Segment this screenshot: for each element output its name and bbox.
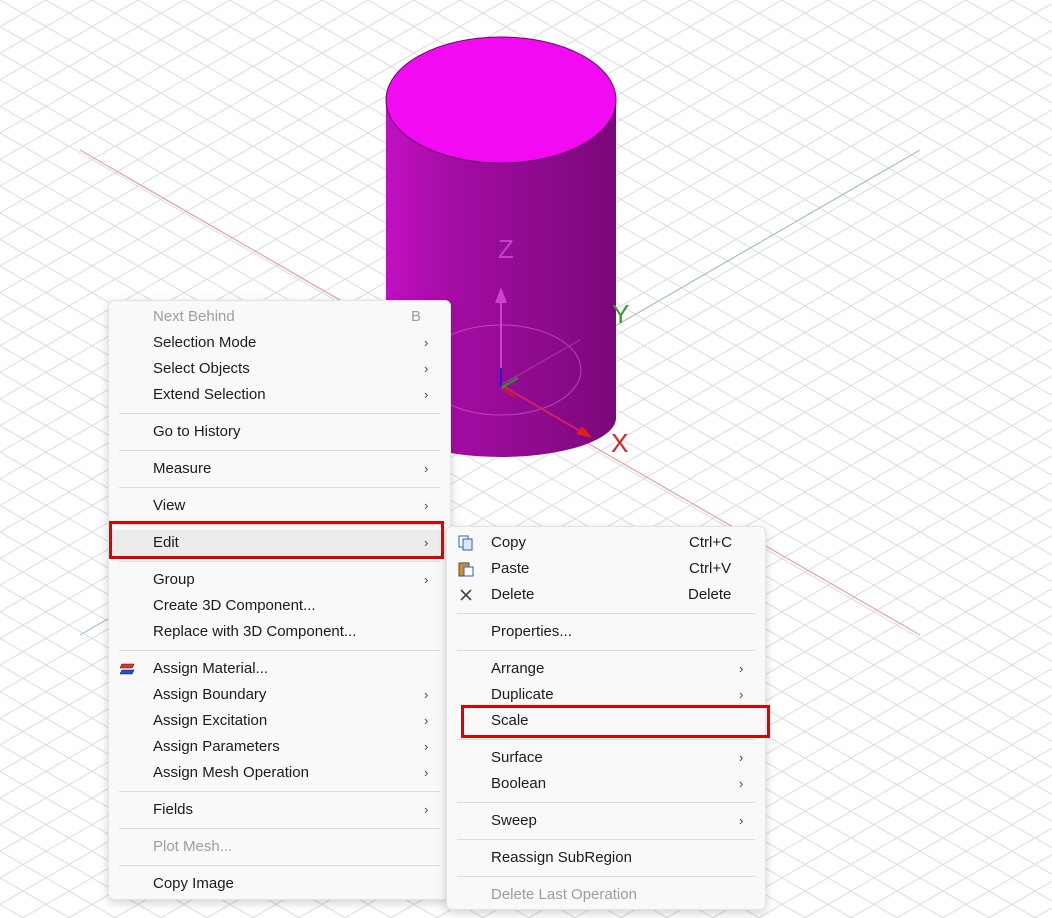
menu-separator [119, 413, 440, 414]
menu-separator [119, 791, 440, 792]
menu-item-copy-image[interactable]: Copy Image [109, 871, 450, 897]
menu-item-label: Fields [153, 801, 194, 818]
menu-item-label: Delete [491, 586, 535, 603]
menu-item-label: View [153, 497, 186, 514]
menu-item-assign-mesh-operation[interactable]: Assign Mesh Operation › [109, 760, 450, 786]
menu-item-label: Assign Excitation [153, 712, 268, 729]
chevron-right-icon: › [424, 687, 429, 702]
menu-item-label: Go to History [153, 423, 241, 440]
menu-separator [119, 450, 440, 451]
submenu-item-delete[interactable]: Delete Delete [447, 582, 765, 608]
chevron-right-icon: › [424, 713, 429, 728]
menu-item-selection-mode[interactable]: Selection Mode › [109, 330, 450, 356]
z-axis-label: Z [498, 234, 514, 264]
menu-item-label: Measure [153, 460, 212, 477]
chevron-right-icon: › [424, 387, 429, 402]
menu-item-label: Properties... [491, 623, 572, 640]
menu-separator [457, 650, 755, 651]
chevron-right-icon: › [739, 776, 744, 791]
menu-separator [457, 613, 755, 614]
chevron-right-icon: › [424, 461, 429, 476]
menu-item-measure[interactable]: Measure › [109, 456, 450, 482]
menu-item-assign-material[interactable]: Assign Material... [109, 656, 450, 682]
submenu-item-copy[interactable]: Copy Ctrl+C [447, 530, 765, 556]
menu-item-label: Next Behind [153, 308, 235, 325]
chevron-right-icon: › [424, 572, 429, 587]
menu-item-label: Assign Material... [153, 660, 269, 677]
menu-separator [119, 561, 440, 562]
menu-item-label: Sweep [491, 812, 537, 829]
menu-item-assign-excitation[interactable]: Assign Excitation › [109, 708, 450, 734]
menu-separator [457, 876, 755, 877]
menu-item-label: Assign Parameters [153, 738, 280, 755]
submenu-item-arrange[interactable]: Arrange › [447, 656, 765, 682]
menu-item-fields[interactable]: Fields › [109, 797, 450, 823]
delete-icon [460, 589, 472, 601]
menu-item-label: Group [153, 571, 195, 588]
submenu-item-reassign-subregion[interactable]: Reassign SubRegion [447, 845, 765, 871]
y-axis-label: Y [612, 299, 630, 329]
menu-item-label: Extend Selection [153, 386, 266, 403]
submenu-item-sweep[interactable]: Sweep › [447, 808, 765, 834]
menu-item-plot-mesh[interactable]: Plot Mesh... [109, 834, 450, 860]
menu-separator [119, 487, 440, 488]
submenu-item-properties[interactable]: Properties... [447, 619, 765, 645]
menu-separator [119, 650, 440, 651]
chevron-right-icon: › [424, 361, 429, 376]
edit-highlight-box [109, 521, 444, 559]
menu-separator [457, 802, 755, 803]
chevron-right-icon: › [424, 765, 429, 780]
chevron-right-icon: › [739, 661, 744, 676]
context-menu: Next Behind B Selection Mode › Select Ob… [108, 300, 451, 900]
menu-separator [457, 739, 755, 740]
chevron-right-icon: › [424, 498, 429, 513]
menu-item-assign-parameters[interactable]: Assign Parameters › [109, 734, 450, 760]
menu-item-group[interactable]: Group › [109, 567, 450, 593]
menu-item-label: Surface [491, 749, 543, 766]
menu-item-next-behind[interactable]: Next Behind B [109, 304, 450, 330]
menu-item-label: Create 3D Component... [153, 597, 316, 614]
menu-item-label: Paste [491, 560, 530, 577]
menu-separator [119, 828, 440, 829]
chevron-right-icon: › [424, 739, 429, 754]
menu-item-label: Arrange [491, 660, 545, 677]
menu-item-label: Assign Mesh Operation [153, 764, 309, 781]
menu-item-view[interactable]: View › [109, 493, 450, 519]
menu-separator [119, 865, 440, 866]
copy-icon [458, 535, 473, 551]
menu-item-label: Boolean [491, 775, 547, 792]
submenu-item-paste[interactable]: Paste Ctrl+V [447, 556, 765, 582]
menu-item-label: Copy Image [153, 875, 234, 892]
submenu-item-surface[interactable]: Surface › [447, 745, 765, 771]
menu-item-extend-selection[interactable]: Extend Selection › [109, 382, 450, 408]
x-axis-label: X [611, 428, 629, 458]
chevron-right-icon: › [424, 335, 429, 350]
menu-item-select-objects[interactable]: Select Objects › [109, 356, 450, 382]
menu-separator [457, 839, 755, 840]
submenu-item-delete-last-operation[interactable]: Delete Last Operation [447, 882, 765, 908]
menu-item-label: Copy [491, 534, 527, 551]
menu-item-shortcut: B [411, 308, 422, 325]
submenu-item-boolean[interactable]: Boolean › [447, 771, 765, 797]
material-icon [120, 663, 135, 675]
menu-item-label: Plot Mesh... [153, 838, 233, 855]
menu-item-create-3d-component[interactable]: Create 3D Component... [109, 593, 450, 619]
menu-item-shortcut: Delete [688, 586, 732, 603]
menu-item-assign-boundary[interactable]: Assign Boundary › [109, 682, 450, 708]
chevron-right-icon: › [739, 813, 744, 828]
menu-item-label: Assign Boundary [153, 686, 267, 703]
menu-item-label: Delete Last Operation [491, 886, 637, 903]
menu-item-shortcut: Ctrl+V [689, 560, 732, 577]
menu-item-label: Reassign SubRegion [491, 849, 632, 866]
paste-icon [458, 562, 474, 577]
chevron-right-icon: › [739, 750, 744, 765]
menu-item-label: Select Objects [153, 360, 250, 377]
scale-highlight-box [461, 705, 770, 738]
menu-item-go-to-history[interactable]: Go to History [109, 419, 450, 445]
menu-item-replace-with-3d-component[interactable]: Replace with 3D Component... [109, 619, 450, 645]
chevron-right-icon: › [424, 802, 429, 817]
menu-item-label: Replace with 3D Component... [153, 623, 357, 640]
menu-item-shortcut: Ctrl+C [689, 534, 732, 551]
menu-item-label: Selection Mode [153, 334, 257, 351]
